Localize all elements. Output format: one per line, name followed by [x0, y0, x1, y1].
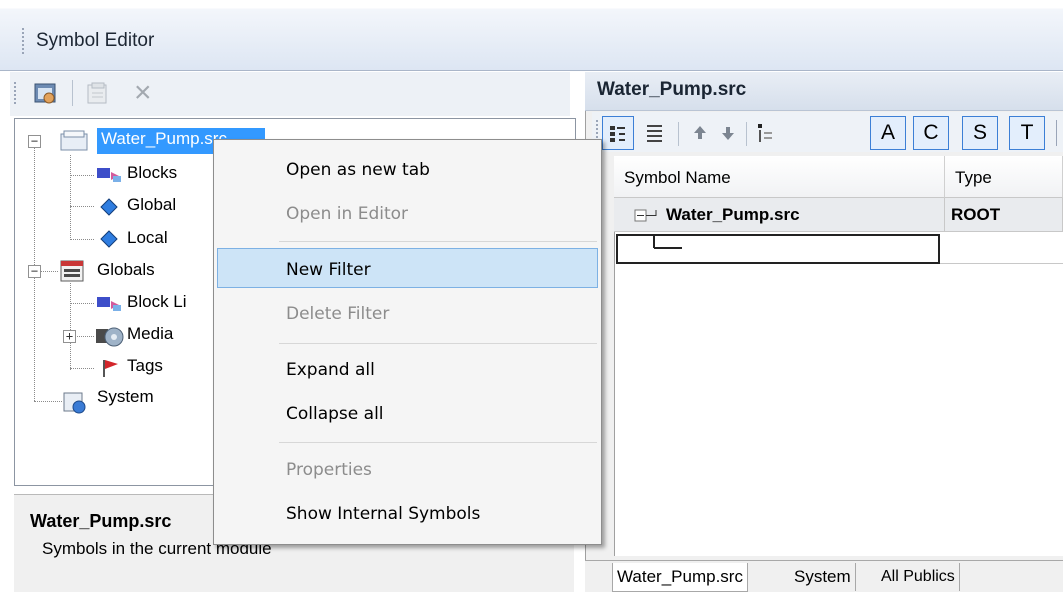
collapse-toggle-row[interactable]: [634, 207, 664, 229]
list-view-icon[interactable]: [642, 118, 668, 146]
blocks-icon: [95, 164, 125, 186]
symbol-list-header: Water_Pump.src: [585, 72, 1063, 111]
new-row-cell[interactable]: [616, 234, 940, 264]
tree-node-media[interactable]: Media: [127, 324, 173, 344]
row-type: ROOT: [951, 205, 1001, 224]
menu-item-properties[interactable]: Properties: [286, 460, 372, 480]
expand-toggle-media[interactable]: +: [63, 330, 76, 343]
menu-item-open-in-editor[interactable]: Open in Editor: [286, 204, 408, 224]
menu-item-expand-all[interactable]: Expand all: [286, 360, 375, 380]
tree-node-tags[interactable]: Tags: [127, 356, 163, 376]
column-header-symbol-name[interactable]: Symbol Name: [614, 156, 945, 198]
menu-highlight: [217, 248, 598, 288]
tree-node-block-library[interactable]: Block Li: [127, 292, 187, 312]
tree-node-root-label: Water_Pump.src: [101, 129, 227, 148]
column-header-type[interactable]: Type: [945, 156, 1063, 198]
menu-item-open-as-new-tab[interactable]: Open as new tab: [286, 160, 430, 180]
collapse-toggle-globals[interactable]: −: [28, 265, 41, 278]
move-down-icon[interactable]: [716, 118, 740, 146]
table-row[interactable]: Water_Pump.src: [614, 198, 945, 232]
row-type-cell[interactable]: ROOT: [945, 198, 1063, 232]
collapse-toggle-root[interactable]: −: [28, 135, 41, 148]
filter-button-t[interactable]: T: [1009, 116, 1045, 150]
blocks-icon: [95, 293, 125, 315]
tree-node-blocks[interactable]: Blocks: [127, 163, 177, 183]
system-icon: [61, 389, 91, 415]
filter-button-s[interactable]: S: [962, 116, 998, 150]
menu-item-show-internal-symbols[interactable]: Show Internal Symbols: [286, 504, 480, 524]
menu-separator: [279, 343, 597, 344]
row-symbol-name: Water_Pump.src: [666, 205, 800, 224]
module-view-icon[interactable]: [32, 80, 60, 108]
menu-separator: [279, 241, 597, 242]
tree-toolbar: ×: [10, 72, 570, 116]
window-title: Symbol Editor: [36, 30, 155, 51]
context-menu: Open as new tab Open in Editor New Filte…: [213, 139, 602, 545]
menu-item-delete-filter[interactable]: Delete Filter: [286, 304, 389, 324]
tab-all-publics[interactable]: All Publics: [877, 563, 960, 591]
filter-button-c[interactable]: C: [913, 116, 949, 150]
properties-icon[interactable]: [84, 80, 112, 108]
menu-separator: [279, 442, 597, 443]
close-icon[interactable]: ×: [134, 76, 152, 110]
tree-node-local[interactable]: Local: [127, 228, 168, 248]
move-up-icon[interactable]: [688, 118, 712, 146]
tree-node-globals[interactable]: Globals: [97, 260, 155, 280]
globals-icon: [59, 258, 87, 284]
filter-button-a[interactable]: A: [870, 116, 906, 150]
media-icon: [95, 323, 125, 349]
tab-system[interactable]: System: [790, 563, 856, 591]
diamond-icon: [99, 229, 119, 249]
tree-view-button[interactable]: [602, 116, 634, 150]
symbol-list-title: Water_Pump.src: [597, 79, 747, 100]
flag-icon: [99, 357, 121, 379]
diamond-icon: [99, 197, 119, 217]
menu-item-new-filter[interactable]: New Filter: [286, 260, 371, 280]
title-bar: Symbol Editor: [0, 0, 1063, 71]
file-icon: [59, 128, 89, 154]
tab-water-pump[interactable]: Water_Pump.src: [612, 563, 748, 592]
insert-row-icon[interactable]: [752, 118, 778, 146]
menu-item-collapse-all[interactable]: Collapse all: [286, 404, 384, 424]
tree-node-system[interactable]: System: [97, 387, 154, 407]
description-title: Water_Pump.src: [30, 511, 172, 531]
tree-node-global[interactable]: Global: [127, 195, 176, 215]
